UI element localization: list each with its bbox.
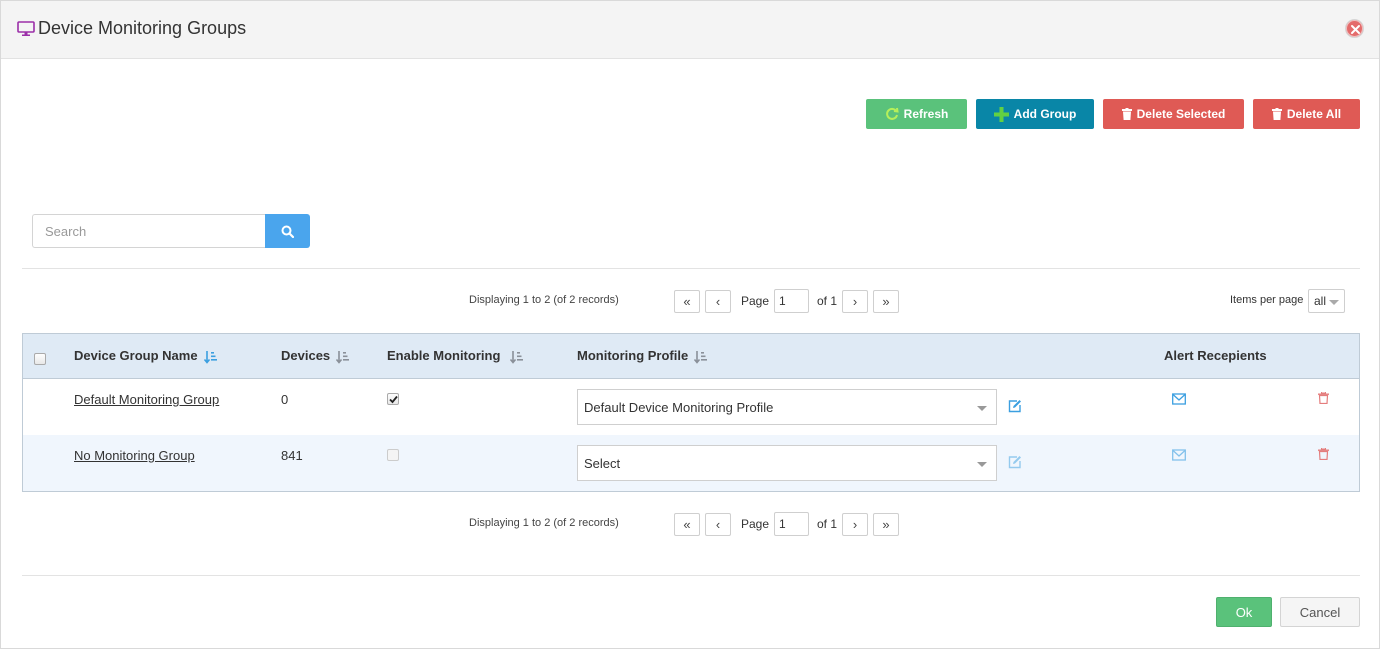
enable-monitoring-checkbox[interactable] xyxy=(387,393,399,405)
refresh-icon xyxy=(885,107,899,120)
chevron-down-icon xyxy=(1329,300,1339,305)
sort-icon xyxy=(203,350,217,364)
mail-icon[interactable] xyxy=(1172,449,1186,461)
dialog-header: Device Monitoring Groups xyxy=(1,1,1379,59)
search-input[interactable] xyxy=(32,214,266,248)
column-header-devices[interactable]: Devices xyxy=(281,348,350,364)
items-per-page-label: Items per page xyxy=(1230,294,1304,306)
close-icon xyxy=(1351,25,1360,34)
column-header-alert-recipients: Alert Recepients xyxy=(1164,348,1267,363)
next-page-button[interactable]: › xyxy=(842,513,868,536)
delete-all-button[interactable]: Delete All xyxy=(1253,99,1360,129)
column-header-enable-monitoring[interactable]: Enable Monitoring xyxy=(387,348,524,364)
delete-selected-button[interactable]: Delete Selected xyxy=(1103,99,1244,129)
page-number-input[interactable] xyxy=(774,512,809,536)
device-count: 0 xyxy=(281,392,289,407)
cancel-button[interactable]: Cancel xyxy=(1280,597,1360,627)
column-header-monitoring-profile[interactable]: Monitoring Profile xyxy=(577,348,708,364)
delete-row-icon[interactable] xyxy=(1318,391,1329,405)
groups-table: Device Group Name Devices Enable Monitor… xyxy=(22,333,1360,492)
items-per-page-select[interactable]: all xyxy=(1308,289,1345,313)
page-of-label: of 1 xyxy=(817,294,838,308)
table-row: Default Monitoring Group 0 Default Devic… xyxy=(23,379,1359,435)
dialog: Device Monitoring Groups Refresh Add Gro… xyxy=(0,0,1380,649)
items-per-page-value: all xyxy=(1314,294,1327,308)
first-page-button[interactable]: « xyxy=(674,290,700,313)
page-number-input[interactable] xyxy=(774,289,809,313)
sort-icon xyxy=(336,350,350,364)
divider xyxy=(22,575,1360,576)
last-page-button[interactable]: » xyxy=(873,290,899,313)
divider xyxy=(22,268,1360,269)
first-page-button[interactable]: « xyxy=(674,513,700,536)
search-button[interactable] xyxy=(265,214,310,248)
monitoring-profile-select[interactable]: Select xyxy=(577,445,997,481)
ok-button[interactable]: Ok xyxy=(1216,597,1272,627)
pager-bottom-display: Displaying 1 to 2 (of 2 records) xyxy=(469,517,619,529)
mail-icon[interactable] xyxy=(1172,393,1186,405)
trash-icon xyxy=(1121,108,1132,120)
column-header-name[interactable]: Device Group Name xyxy=(74,348,218,364)
sort-icon xyxy=(510,350,524,364)
prev-page-button[interactable]: ‹ xyxy=(705,513,731,536)
chevron-down-icon xyxy=(977,406,987,411)
table-row: No Monitoring Group 841 Select xyxy=(23,435,1359,491)
add-group-label: Add Group xyxy=(1013,107,1077,121)
prev-page-button[interactable]: ‹ xyxy=(705,290,731,313)
group-name-link[interactable]: No Monitoring Group xyxy=(74,448,195,463)
delete-selected-label: Delete Selected xyxy=(1136,107,1226,121)
delete-row-icon[interactable] xyxy=(1318,447,1329,461)
edit-icon[interactable] xyxy=(1008,455,1022,469)
next-page-button[interactable]: › xyxy=(842,290,868,313)
add-group-button[interactable]: Add Group xyxy=(976,99,1094,129)
checkmark-icon xyxy=(389,395,398,404)
refresh-label: Refresh xyxy=(903,107,949,121)
monitoring-profile-value: Default Device Monitoring Profile xyxy=(584,400,774,415)
plus-icon xyxy=(993,106,1009,122)
select-all-checkbox[interactable] xyxy=(34,353,46,365)
dialog-title: Device Monitoring Groups xyxy=(38,18,247,38)
pager-top-display: Displaying 1 to 2 (of 2 records) xyxy=(469,294,619,306)
monitor-icon xyxy=(17,21,35,37)
last-page-button[interactable]: » xyxy=(873,513,899,536)
close-button[interactable] xyxy=(1345,19,1364,38)
monitoring-profile-value: Select xyxy=(584,456,621,471)
page-of-label: of 1 xyxy=(817,517,838,531)
edit-icon[interactable] xyxy=(1008,399,1022,413)
sort-icon xyxy=(694,350,708,364)
device-count: 841 xyxy=(281,448,303,463)
group-name-link[interactable]: Default Monitoring Group xyxy=(74,392,219,407)
page-label: Page xyxy=(741,294,770,308)
table-header: Device Group Name Devices Enable Monitor… xyxy=(23,334,1359,379)
search-icon xyxy=(281,225,294,238)
chevron-down-icon xyxy=(977,462,987,467)
page-label: Page xyxy=(741,517,770,531)
monitoring-profile-select[interactable]: Default Device Monitoring Profile xyxy=(577,389,997,425)
delete-all-label: Delete All xyxy=(1286,107,1342,121)
enable-monitoring-checkbox[interactable] xyxy=(387,449,399,461)
refresh-button[interactable]: Refresh xyxy=(866,99,967,129)
trash-icon xyxy=(1271,108,1282,120)
